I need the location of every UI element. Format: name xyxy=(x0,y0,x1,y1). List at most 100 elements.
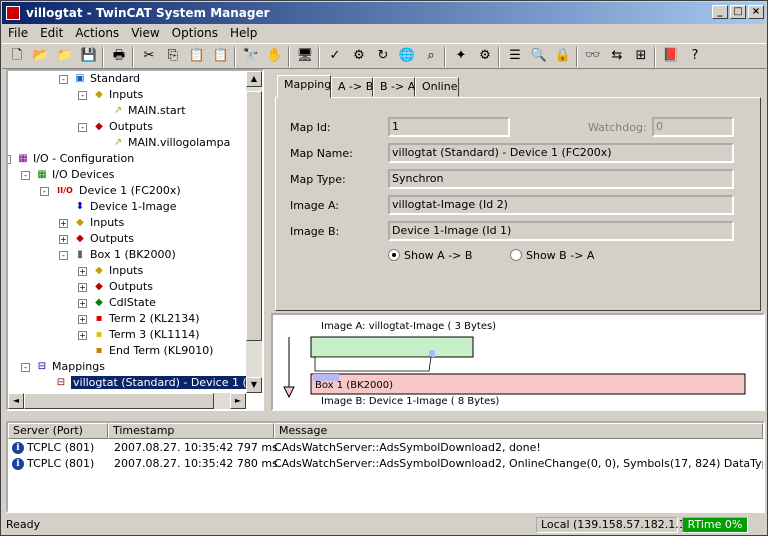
transfer-icon[interactable]: ⇆ xyxy=(608,47,626,65)
log-row-2[interactable]: i TCPLC (801) xyxy=(12,456,94,472)
properties-icon[interactable]: ☰ xyxy=(506,47,524,65)
menu-options[interactable]: Options xyxy=(166,25,224,41)
open-folder-icon[interactable]: 📁 xyxy=(56,47,74,65)
collapse-icon[interactable]: - xyxy=(59,251,68,260)
collapse-icon[interactable]: - xyxy=(78,91,87,100)
maximize-button[interactable]: □ xyxy=(730,5,746,19)
expand-icon[interactable]: + xyxy=(78,299,87,308)
settings-icon[interactable]: ⚙ xyxy=(476,47,494,65)
map-name-field[interactable]: villogtat (Standard) - Device 1 (FC200x) xyxy=(388,143,734,163)
tree-item[interactable]: ▦ I/O Devices xyxy=(35,167,114,183)
tree-vertical-scrollbar[interactable]: ▲ ▼ xyxy=(246,71,262,393)
screen-icon[interactable]: 🖥 xyxy=(296,47,314,65)
tab-b-to-a[interactable]: B -> A xyxy=(373,77,415,97)
menu-actions[interactable]: Actions xyxy=(69,25,125,41)
tree-item[interactable]: ◆ CdlState xyxy=(92,295,156,311)
tree-item[interactable]: ▦ I/O - Configuration xyxy=(16,151,134,167)
tree-item[interactable]: ▣ Standard xyxy=(73,71,140,87)
tree-item[interactable]: ▮ Box 1 (BK2000) xyxy=(73,247,176,263)
cut-icon[interactable]: ✂ xyxy=(140,47,158,65)
column-server[interactable]: Server (Port) xyxy=(8,423,108,439)
check-icon[interactable]: ✓ xyxy=(326,47,344,65)
expand-icon[interactable]: + xyxy=(78,267,87,276)
expand-icon[interactable]: + xyxy=(78,315,87,324)
map-type-field[interactable]: Synchron xyxy=(388,169,734,189)
watchdog-stepper[interactable]: 0 xyxy=(652,117,734,137)
hand-icon[interactable]: ✋ xyxy=(266,47,284,65)
mapping-connector xyxy=(314,356,432,372)
save-icon[interactable]: 💾 xyxy=(80,47,98,65)
lock-icon[interactable]: 🔒 xyxy=(554,47,572,65)
open-icon[interactable]: 📂 xyxy=(32,47,50,65)
column-timestamp[interactable]: Timestamp xyxy=(108,423,274,439)
tree-item[interactable]: ▪ Term 3 (KL1114) xyxy=(92,327,200,343)
expand-icon[interactable]: + xyxy=(59,235,68,244)
copy-icon[interactable]: ⎘ xyxy=(164,47,182,65)
tree-item[interactable]: ↗ MAIN.start xyxy=(111,103,186,119)
magic-icon[interactable]: ✦ xyxy=(452,47,470,65)
tree-item[interactable]: ▪ End Term (KL9010) xyxy=(92,343,214,359)
expand-icon[interactable]: + xyxy=(78,331,87,340)
paste-icon[interactable]: 📋 xyxy=(188,47,206,65)
tree-item[interactable]: ⊟ Mappings xyxy=(35,359,105,375)
tree-item[interactable]: ◆ Outputs xyxy=(92,279,153,295)
tree-item[interactable]: ⬍ Device 1-Image xyxy=(73,199,177,215)
scroll-thumb[interactable] xyxy=(246,91,262,341)
new-icon[interactable]: 🗋 xyxy=(8,47,26,65)
expand-icon[interactable]: + xyxy=(78,283,87,292)
collapse-icon[interactable]: - xyxy=(8,155,11,164)
paste-special-icon[interactable]: 📋 xyxy=(212,47,230,65)
collapse-icon[interactable]: - xyxy=(21,363,30,372)
help-icon[interactable]: ? xyxy=(686,47,704,65)
restart-icon[interactable]: ↻ xyxy=(374,47,392,65)
collapse-icon[interactable]: - xyxy=(21,171,30,180)
tree-item[interactable]: ▪ Term 2 (KL2134) xyxy=(92,311,200,327)
tree-item[interactable]: ◆ Inputs xyxy=(73,215,124,231)
menu-file[interactable]: File xyxy=(2,25,34,41)
tree-item[interactable]: ⊟ villogtat (Standard) - Device 1 (FC xyxy=(54,375,262,391)
scroll-down-button[interactable]: ▼ xyxy=(246,377,262,393)
activate-icon[interactable]: ⚙ xyxy=(350,47,368,65)
scroll-up-button[interactable]: ▲ xyxy=(246,71,262,87)
tree-item[interactable]: ◆ Inputs xyxy=(92,87,143,103)
menu-view[interactable]: View xyxy=(125,25,165,41)
show-b-to-a-label[interactable]: Show B -> A xyxy=(526,249,594,262)
scroll-right-button[interactable]: ► xyxy=(230,393,246,409)
scroll-left-button[interactable]: ◄ xyxy=(8,393,24,409)
image-b-field[interactable]: Device 1-Image (Id 1) xyxy=(388,221,734,241)
print-icon[interactable]: 🖶 xyxy=(110,47,128,65)
image-a-field[interactable]: villogtat-Image (Id 2) xyxy=(388,195,734,215)
scan-icon[interactable]: ⌕ xyxy=(422,47,440,65)
show-a-to-b-label[interactable]: Show A -> B xyxy=(404,249,472,262)
tree-item[interactable]: II/O Device 1 (FC200x) xyxy=(54,183,181,199)
collapse-icon[interactable]: - xyxy=(59,75,68,84)
expand-icon[interactable]: + xyxy=(59,219,68,228)
book-icon[interactable]: 📕 xyxy=(662,47,680,65)
glasses-icon[interactable]: 👓 xyxy=(584,47,602,65)
tab-a-to-b[interactable]: A -> B xyxy=(331,77,373,97)
menu-help[interactable]: Help xyxy=(224,25,263,41)
tab-mapping[interactable]: Mapping xyxy=(277,75,331,98)
close-button[interactable]: × xyxy=(748,5,764,19)
zoom-icon[interactable]: 🔍 xyxy=(530,47,548,65)
hscroll-thumb[interactable] xyxy=(24,393,214,409)
map-id-field[interactable]: 1 xyxy=(388,117,510,137)
log-row-1[interactable]: i TCPLC (801) xyxy=(12,440,94,456)
network-icon[interactable]: 🌐 xyxy=(398,47,416,65)
tree-item[interactable]: ◆ Outputs xyxy=(73,231,134,247)
tree-horizontal-scrollbar[interactable]: ◄ ► xyxy=(8,393,246,409)
tree-item[interactable]: ↗ MAIN.villogolampa xyxy=(111,135,231,151)
collapse-icon[interactable]: - xyxy=(40,187,49,196)
io-icon[interactable]: ⊞ xyxy=(632,47,650,65)
find-icon[interactable]: 🔭 xyxy=(242,47,260,65)
show-b-to-a-radio[interactable] xyxy=(510,249,522,261)
collapse-icon[interactable]: - xyxy=(78,123,87,132)
column-message[interactable]: Message xyxy=(274,423,763,439)
tree-item[interactable]: ◆ Outputs xyxy=(92,119,153,135)
tab-online[interactable]: Online xyxy=(415,77,459,97)
minimize-button[interactable]: _ xyxy=(712,5,728,19)
tree-item[interactable]: ◆ Inputs xyxy=(92,263,143,279)
show-a-to-b-radio[interactable] xyxy=(388,249,400,261)
menu-edit[interactable]: Edit xyxy=(34,25,69,41)
tree-view[interactable]: - ▣ Standard - ◆ Inputs ↗ MAIN.start - ◆ Outputs ↗ M… xyxy=(6,69,264,411)
